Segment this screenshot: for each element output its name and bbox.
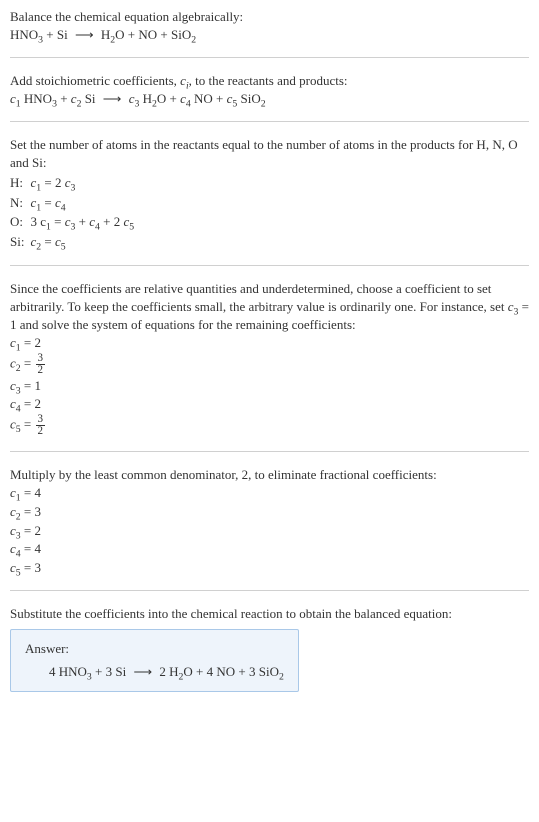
table-row: Si: c2 = c5 [10,232,140,252]
hno3: HNO3 [24,91,57,106]
answer-label: Answer: [25,640,284,658]
sio2: SiO2 [171,27,196,42]
substitute-text: Substitute the coefficients into the che… [10,605,529,623]
section-stoich: Add stoichiometric coefficients, ci, to … [10,72,529,107]
table-row: N: c1 = c4 [10,193,140,213]
arrow-icon: ⟶ [103,90,122,108]
arrow-icon: ⟶ [75,26,94,44]
coef-list-fractional: c1 = 2 c2 = 32 c3 = 1 c4 = 2 c5 = 32 [10,334,529,437]
section-balance-title: Balance the chemical equation algebraica… [10,8,529,43]
stoich-equation: c1 HNO3 + c2 Si ⟶ c3 H2O + c4 NO + c5 Si… [10,90,529,108]
section-choose-coef: Since the coefficients are relative quan… [10,280,529,436]
section-atoms: Set the number of atoms in the reactants… [10,136,529,251]
si: Si [57,27,68,42]
table-row: O: 3 c1 = c3 + c4 + 2 c5 [10,212,140,232]
choose-coef-text: Since the coefficients are relative quan… [10,280,529,333]
balanced-equation: 4 HNO3 + 3 Si ⟶ 2 H2O + 4 NO + 3 SiO2 [25,663,284,681]
section-multiply: Multiply by the least common denominator… [10,466,529,576]
table-row: H: c1 = 2 c3 [10,173,140,193]
h2o: H2O [101,27,125,42]
stoich-text: Add stoichiometric coefficients, ci, to … [10,72,529,90]
divider [10,265,529,266]
sio2: SiO2 [259,664,284,679]
h2o: H2O [143,91,167,106]
coef-list-integer: c1 = 4 c2 = 3 c3 = 2 c4 = 4 c5 = 3 [10,484,529,576]
fraction: 32 [36,353,46,376]
sio2: SiO2 [241,91,266,106]
hno3: HNO3 [10,27,43,42]
multiply-text: Multiply by the least common denominator… [10,466,529,484]
unbalanced-equation: HNO3 + Si ⟶ H2O + NO + SiO2 [10,26,529,44]
hno3: HNO3 [59,664,92,679]
divider [10,451,529,452]
arrow-icon: ⟶ [133,663,152,681]
fraction: 32 [36,414,46,437]
divider [10,121,529,122]
answer-box: Answer: 4 HNO3 + 3 Si ⟶ 2 H2O + 4 NO + 3… [10,629,299,692]
atom-balance-table: H: c1 = 2 c3 N: c1 = c4 O: 3 c1 = c3 + c… [10,173,140,251]
section-substitute: Substitute the coefficients into the che… [10,605,529,692]
atoms-text: Set the number of atoms in the reactants… [10,136,529,171]
balance-title-text: Balance the chemical equation algebraica… [10,8,529,26]
no: NO [138,27,157,42]
h2o: H2O [169,664,193,679]
divider [10,590,529,591]
divider [10,57,529,58]
